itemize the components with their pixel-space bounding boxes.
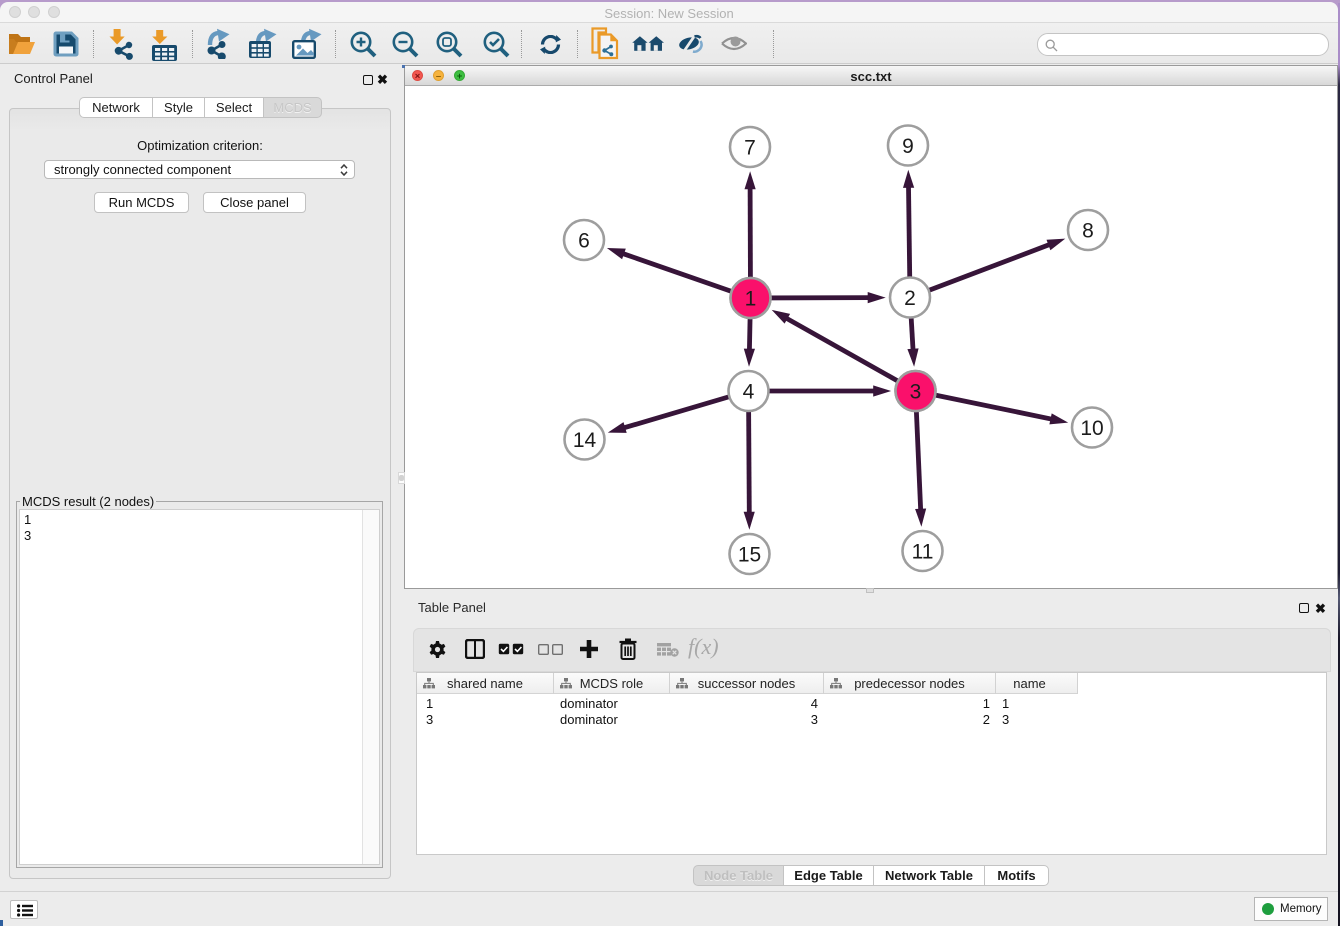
svg-text:11: 11 [912, 541, 934, 564]
svg-text:10: 10 [1080, 417, 1103, 440]
svg-text:15: 15 [738, 544, 761, 567]
svg-text:7: 7 [744, 137, 756, 160]
svg-text:2: 2 [904, 287, 916, 310]
svg-text:9: 9 [902, 135, 914, 158]
svg-text:8: 8 [1082, 220, 1094, 243]
svg-text:4: 4 [743, 381, 755, 404]
svg-text:14: 14 [573, 429, 597, 452]
svg-text:6: 6 [578, 230, 590, 253]
svg-text:3: 3 [910, 381, 922, 404]
svg-text:1: 1 [745, 288, 757, 311]
